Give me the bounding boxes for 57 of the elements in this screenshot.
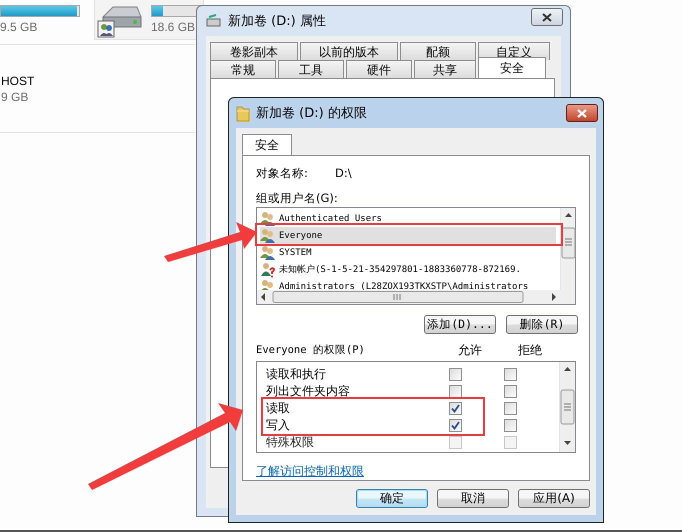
permission-name: 特殊权限 <box>266 434 315 451</box>
checkbox[interactable] <box>504 402 518 415</box>
horizontal-scrollbar[interactable] <box>257 290 575 304</box>
field-label: 组或用户名(G): <box>256 191 339 206</box>
drive-size: 9 GB <box>1 90 30 104</box>
folder-icon <box>236 104 250 122</box>
user-list-item[interactable]: SYSTEM <box>260 244 556 261</box>
permission-name: 写入 <box>266 417 291 434</box>
button[interactable]: 应用(A) <box>518 489 590 508</box>
permission-name: 读取和执行 <box>266 366 327 383</box>
tab[interactable]: 常规 <box>210 60 276 78</box>
button[interactable]: 取消 <box>437 489 509 508</box>
field-value: D:\ <box>335 166 352 181</box>
window-title: 新加卷 (D:) 的权限 <box>256 105 368 122</box>
column-header: 拒绝 <box>518 342 543 358</box>
tab[interactable]: 配额 <box>400 42 476 60</box>
close-button[interactable] <box>566 104 598 122</box>
tab[interactable]: 以前的版本 <box>300 42 398 60</box>
drive-size: 9.5 GB <box>0 20 38 34</box>
unknown-user-icon <box>260 262 276 278</box>
users-icon <box>260 228 276 244</box>
permission-name: 列出文件夹内容 <box>266 383 351 400</box>
checkbox[interactable] <box>504 385 518 398</box>
user-list-item[interactable]: Everyone <box>260 227 556 244</box>
checkbox[interactable] <box>449 402 462 415</box>
column-header: 允许 <box>458 342 483 358</box>
user-list-item[interactable]: 未知帐户(S-1-5-21-354297801-1883360778-872169. <box>260 261 556 278</box>
help-link[interactable]: 了解访问控制和权限 <box>256 463 364 480</box>
users-icon <box>260 244 276 260</box>
users-icon <box>260 210 276 226</box>
vertical-scrollbar[interactable] <box>559 362 575 452</box>
tab[interactable]: 工具 <box>278 60 344 78</box>
vertical-scrollbar[interactable] <box>560 208 575 290</box>
checkbox[interactable] <box>504 368 518 381</box>
checkbox[interactable] <box>504 419 518 432</box>
tab[interactable]: 硬件 <box>346 60 412 78</box>
field-label: 对象名称: <box>256 166 309 181</box>
close-icon <box>577 108 587 118</box>
tab[interactable]: 共享 <box>414 60 476 78</box>
checkbox[interactable] <box>449 385 462 398</box>
button[interactable]: 删除(R) <box>506 315 578 334</box>
field-label: Everyone 的权限(P) <box>256 343 366 357</box>
button[interactable]: 确定 <box>356 489 428 508</box>
button[interactable]: 添加(D)... <box>424 315 496 334</box>
tab[interactable]: 卷影副本 <box>210 42 298 60</box>
drive-icon <box>206 14 222 28</box>
drive-size: 18.6 GB <box>151 20 196 34</box>
permission-name: 读取 <box>266 400 291 417</box>
checkbox[interactable] <box>449 419 462 432</box>
window-title: 新加卷 (D:) 属性 <box>228 13 327 30</box>
user-list-item[interactable]: Authenticated Users <box>260 210 556 227</box>
tab[interactable]: 安全 <box>242 134 292 155</box>
computer-name: HOST <box>1 74 36 88</box>
close-icon <box>542 12 552 22</box>
tab[interactable]: 安全 <box>478 57 546 78</box>
checkbox[interactable] <box>449 368 462 381</box>
close-button[interactable] <box>531 8 563 26</box>
